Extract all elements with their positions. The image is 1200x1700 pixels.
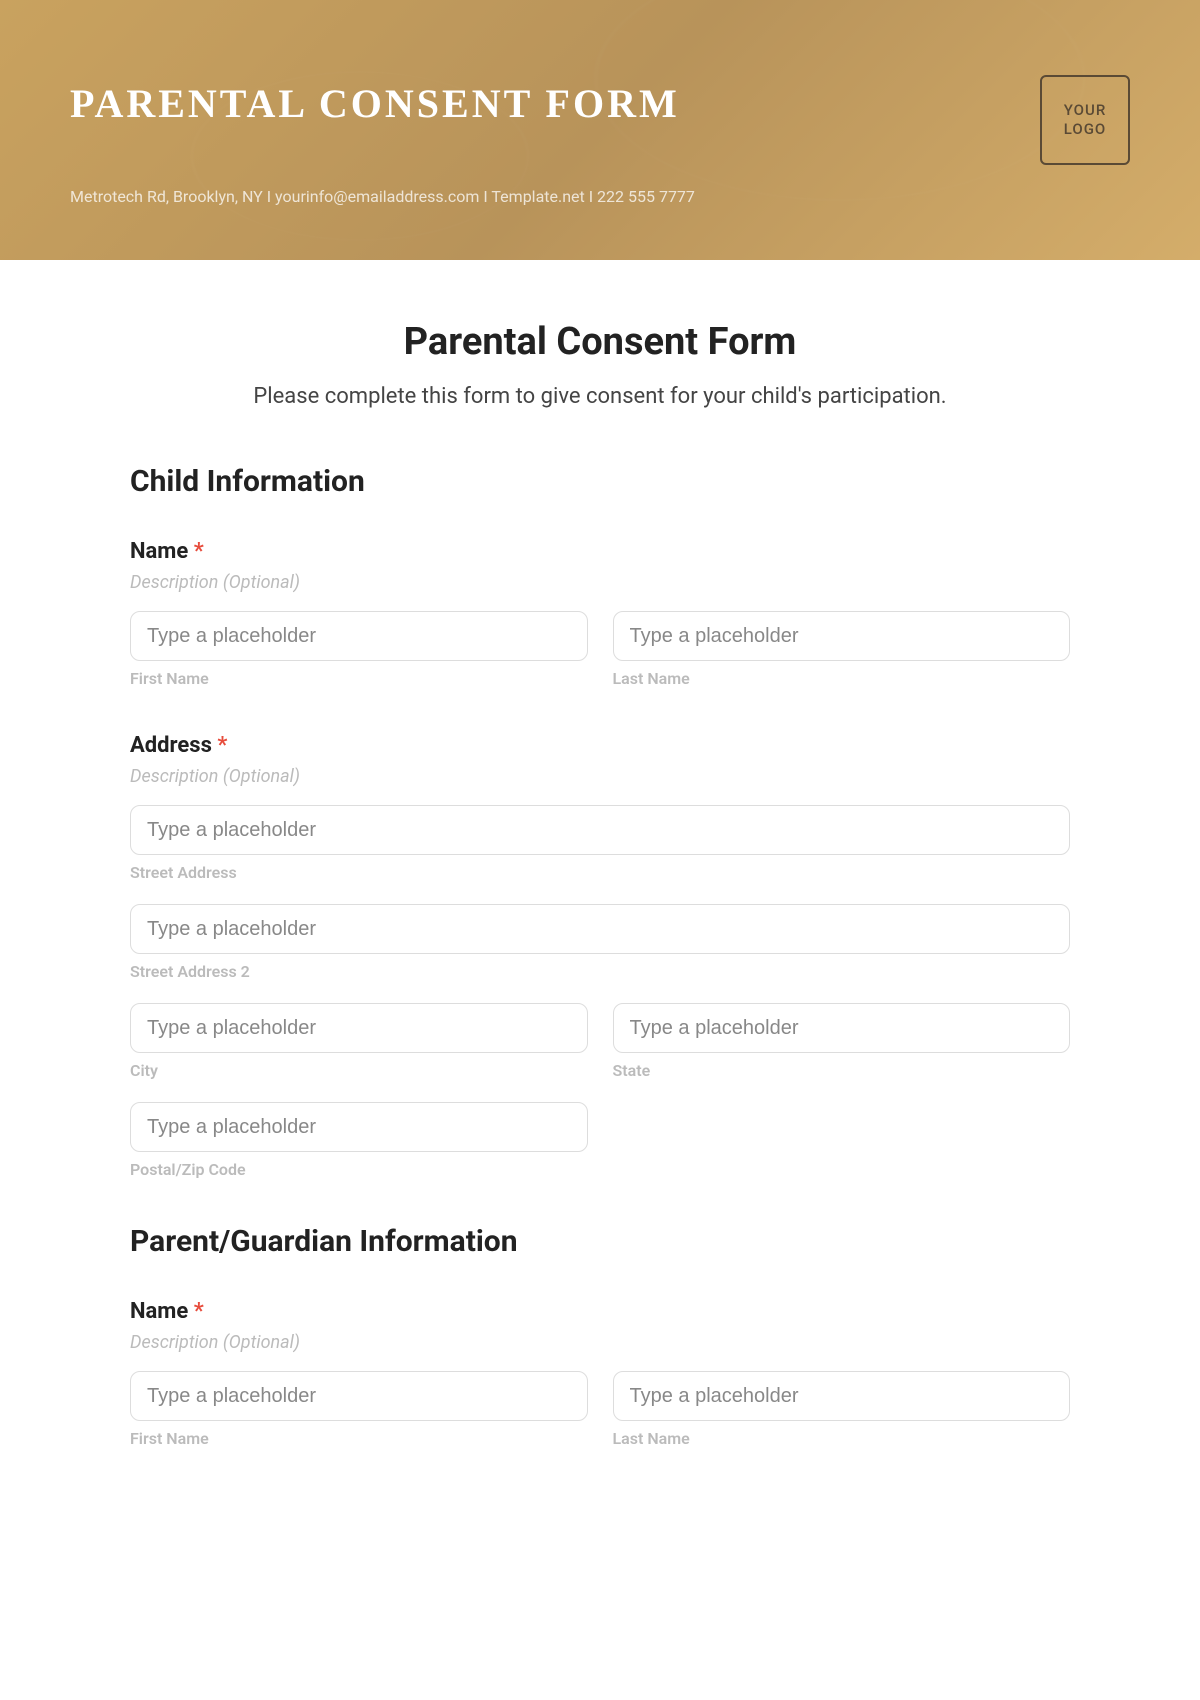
child-name-desc: Description (Optional) (130, 572, 1070, 593)
logo-text-line1: YOUR (1064, 101, 1107, 121)
parent-first-name-input[interactable] (130, 1371, 588, 1421)
child-address-desc: Description (Optional) (130, 766, 1070, 787)
logo-placeholder: YOUR LOGO (1040, 75, 1130, 165)
child-name-label-text: Name (130, 539, 188, 564)
child-name-label: Name * (130, 539, 1070, 564)
child-address-label-text: Address (130, 733, 212, 758)
parent-first-name-sublabel: First Name (130, 1429, 588, 1448)
city-sublabel: City (130, 1061, 588, 1080)
postal-code-sublabel: Postal/Zip Code (130, 1160, 588, 1179)
banner-title: PARENTAL CONSENT FORM (70, 80, 1130, 127)
required-indicator: * (194, 539, 204, 564)
postal-code-input[interactable] (130, 1102, 588, 1152)
parent-last-name-input[interactable] (613, 1371, 1071, 1421)
required-indicator: * (194, 1299, 204, 1324)
form-body: Parental Consent Form Please complete th… (0, 260, 1200, 1533)
child-name-group: Name * Description (Optional) First Name… (130, 539, 1070, 688)
parent-name-label-text: Name (130, 1299, 188, 1324)
child-last-name-sublabel: Last Name (613, 669, 1071, 688)
street-address-2-input[interactable] (130, 904, 1070, 954)
banner-header: PARENTAL CONSENT FORM YOUR LOGO Metrotec… (0, 0, 1200, 260)
city-input[interactable] (130, 1003, 588, 1053)
state-input[interactable] (613, 1003, 1071, 1053)
child-address-group: Address * Description (Optional) Street … (130, 733, 1070, 1179)
child-last-name-input[interactable] (613, 611, 1071, 661)
parent-name-label: Name * (130, 1299, 1070, 1324)
banner-contact-line: Metrotech Rd, Brooklyn, NY I yourinfo@em… (70, 187, 1130, 206)
child-address-label: Address * (130, 733, 1070, 758)
form-intro: Please complete this form to give consen… (130, 384, 1070, 409)
state-sublabel: State (613, 1061, 1071, 1080)
street-address-input[interactable] (130, 805, 1070, 855)
logo-text-line2: LOGO (1064, 120, 1107, 140)
required-indicator: * (217, 733, 227, 758)
section-child-info: Child Information (130, 464, 1070, 499)
parent-name-group: Name * Description (Optional) First Name… (130, 1299, 1070, 1448)
section-parent-info: Parent/Guardian Information (130, 1224, 1070, 1259)
parent-last-name-sublabel: Last Name (613, 1429, 1071, 1448)
street-address-sublabel: Street Address (130, 863, 1070, 882)
child-first-name-sublabel: First Name (130, 669, 588, 688)
child-first-name-input[interactable] (130, 611, 588, 661)
parent-name-desc: Description (Optional) (130, 1332, 1070, 1353)
page-title: Parental Consent Form (130, 320, 1070, 364)
street-address-2-sublabel: Street Address 2 (130, 962, 1070, 981)
